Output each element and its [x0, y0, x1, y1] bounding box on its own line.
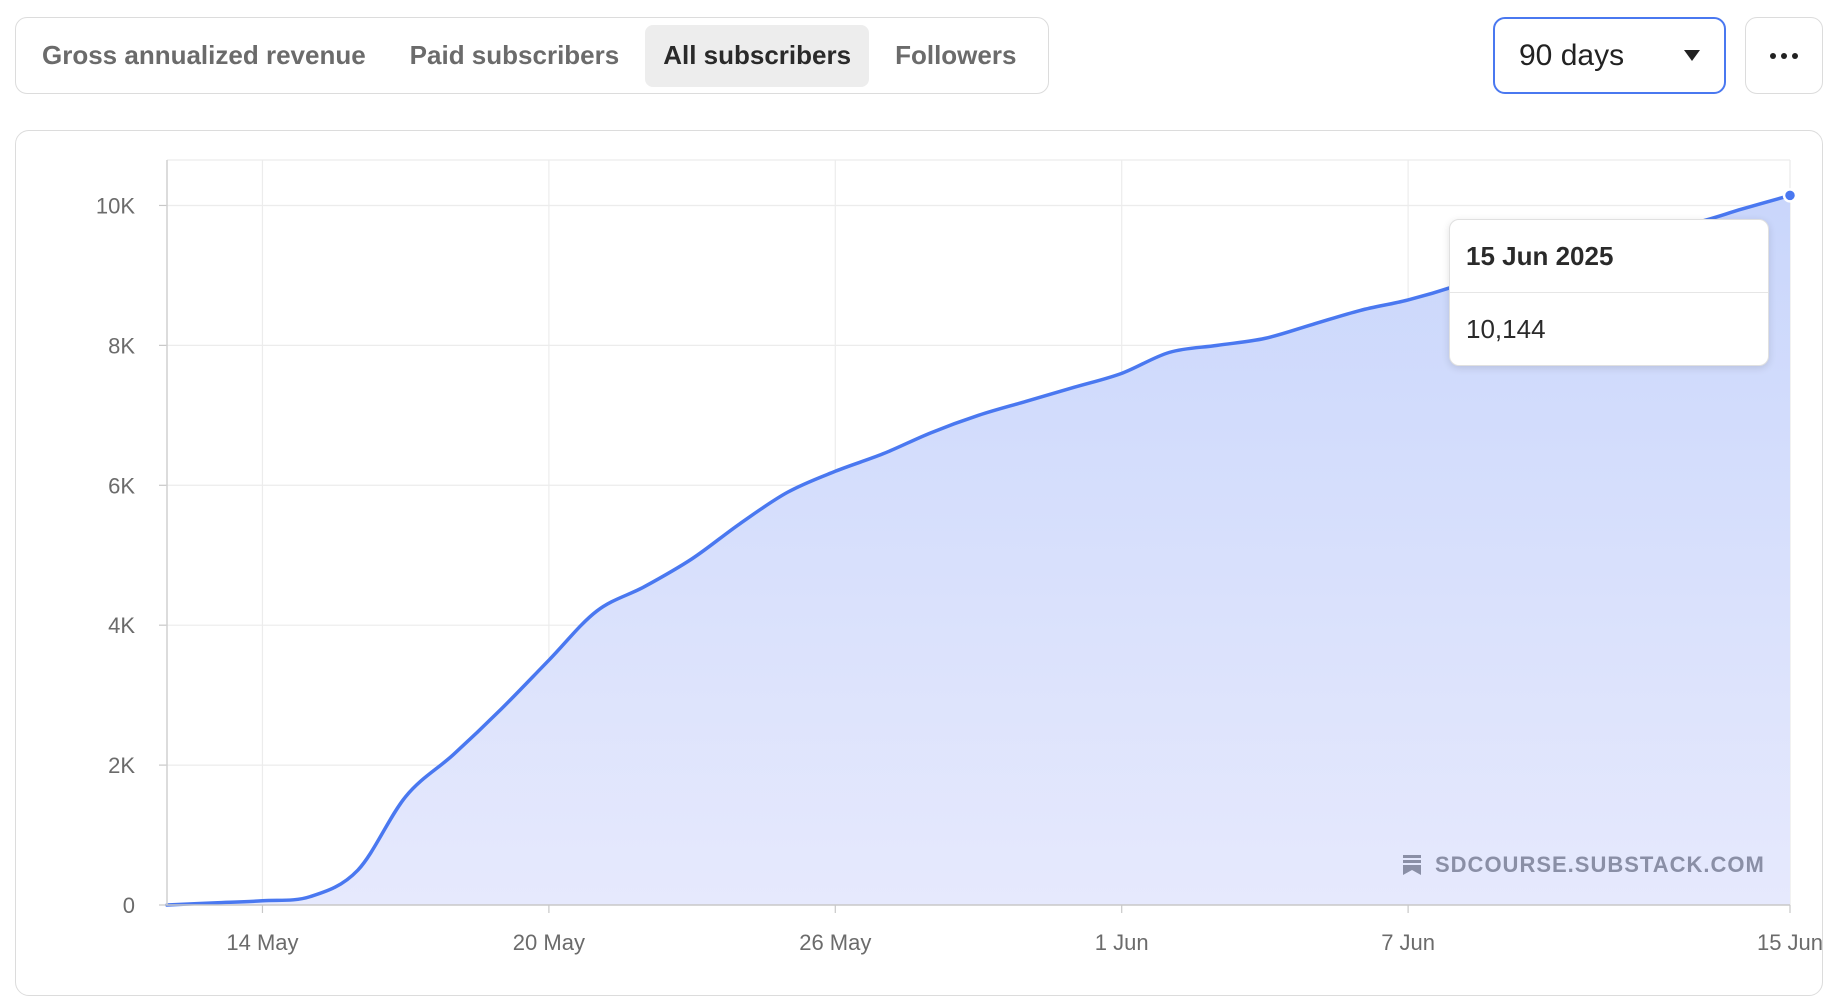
tooltip-value: 10,144 — [1466, 314, 1546, 344]
y-tick-label: 2K — [108, 753, 135, 778]
hover-point — [1782, 188, 1798, 203]
x-tick-label: 7 Jun — [1381, 930, 1435, 955]
tooltip-date: 15 Jun 2025 — [1450, 220, 1768, 293]
y-tick-label: 6K — [108, 473, 135, 498]
y-tick-label: 4K — [108, 613, 135, 638]
y-tick-label: 0 — [123, 893, 135, 918]
x-tick-label: 14 May — [226, 930, 298, 955]
x-tick-label: 20 May — [513, 930, 585, 955]
watermark: SDCOURSE.SUBSTACK.COM — [1403, 852, 1765, 878]
x-tick-label: 1 Jun — [1095, 930, 1149, 955]
y-tick-label: 10K — [96, 193, 135, 218]
chart-tooltip: 15 Jun 2025 10,144 — [1449, 219, 1769, 366]
substack-logo-icon — [1403, 855, 1421, 875]
x-tick-label: 15 Jun — [1757, 930, 1823, 955]
watermark-text: SDCOURSE.SUBSTACK.COM — [1435, 852, 1765, 877]
x-tick-label: 26 May — [799, 930, 871, 955]
y-tick-label: 8K — [108, 333, 135, 358]
